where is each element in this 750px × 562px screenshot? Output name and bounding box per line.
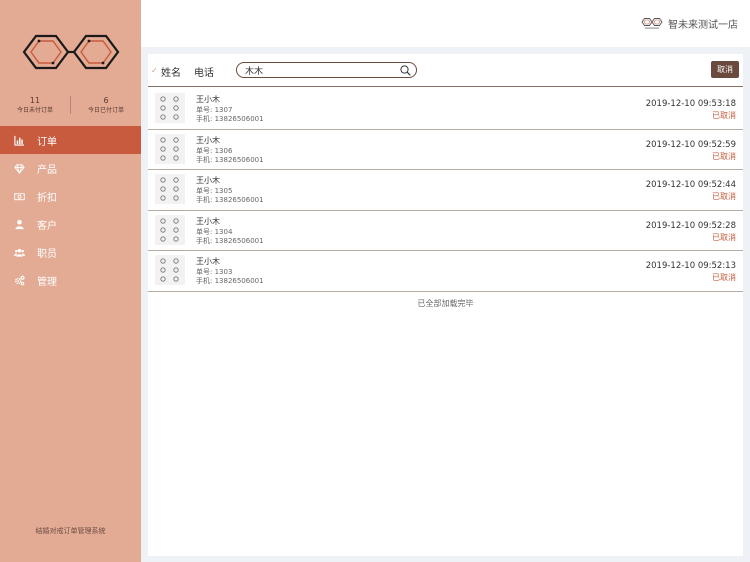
- product-thumbnail: [155, 174, 185, 204]
- customer-phone: 手机: 13826506001: [196, 196, 264, 204]
- list-item[interactable]: 王小木 单号: 1304 手机: 13826506001 2019-12-10 …: [148, 211, 743, 251]
- sidebar-item-label: 产品: [37, 164, 57, 176]
- search-box[interactable]: [236, 62, 417, 78]
- sidebar-item-label: 客户: [37, 220, 57, 232]
- bar-chart-icon: [13, 134, 25, 146]
- sidebar-item-label: 订单: [37, 136, 57, 148]
- customer-phone: 手机: 13826506001: [196, 236, 264, 245]
- customer-name: 王小木: [196, 135, 220, 145]
- sidebar-item-products[interactable]: 产品: [0, 154, 141, 182]
- customer-name: 王小木: [196, 257, 220, 266]
- search-filter-bar: ✓ 姓名 电话 取消: [148, 54, 743, 87]
- order-time: 2019-12-10 09:52:28: [645, 220, 736, 231]
- product-thumbnail: [155, 93, 185, 123]
- paid-orders-stat[interactable]: 6 今日已付订单: [71, 96, 141, 115]
- list-item[interactable]: 王小木 单号: 1303 手机: 13826506001 2019-12-10 …: [148, 251, 743, 292]
- rings-thumbnail-icon: [160, 136, 179, 161]
- unpaid-orders-stat[interactable]: 11 今日未付订单: [0, 96, 70, 115]
- rings-thumbnail-icon: [160, 96, 179, 120]
- sidebar-item-orders[interactable]: 订单: [0, 126, 141, 154]
- filter-option-phone[interactable]: 电话: [194, 64, 214, 79]
- list-item[interactable]: 王小木 单号: 1306 手机: 13826506001 2019-12-10 …: [148, 130, 743, 170]
- status-badge: 已取消: [712, 273, 736, 282]
- brand-logo-icon: [22, 34, 120, 70]
- rings-thumbnail-icon: [160, 258, 179, 282]
- unpaid-orders-count: 11: [29, 96, 41, 105]
- diamond-icon: [13, 162, 25, 174]
- order-time: 2019-12-10 09:52:59: [645, 139, 736, 150]
- customer-name: 王小木: [196, 216, 220, 226]
- status-badge: 已取消: [712, 151, 736, 161]
- rings-thumbnail-icon: [160, 177, 179, 201]
- customer-phone: 手机: 13826506001: [196, 277, 264, 285]
- system-name: 结婚对戒订单管理系统: [35, 527, 106, 535]
- store-logo-icon: [641, 17, 663, 29]
- status-badge: 已取消: [712, 111, 736, 120]
- filter-option-name[interactable]: 姓名: [161, 64, 181, 79]
- order-time: 2019-12-10 09:52:44: [645, 180, 736, 190]
- rings-thumbnail-icon: [160, 217, 179, 242]
- sidebar-menu: 订单 产品 折扣 客户 职员 管理: [0, 126, 141, 294]
- order-time: 2019-12-10 09:52:13: [645, 261, 736, 271]
- unpaid-orders-label: 今日未付订单: [16, 107, 53, 114]
- sidebar: 11 今日未付订单 6 今日已付订单 订单 产品 折扣 客户 职员 管理 结婚对…: [0, 0, 141, 562]
- customer-phone: 手机: 13826506001: [196, 155, 264, 164]
- checkmark-icon: ✓: [151, 66, 158, 75]
- sidebar-item-label: 折扣: [37, 192, 57, 204]
- order-list: 王小木 单号: 1307 手机: 13826506001 2019-12-10 …: [148, 89, 743, 292]
- sidebar-item-management[interactable]: 管理: [0, 266, 141, 294]
- product-thumbnail: [155, 214, 185, 245]
- store-name: 智未来测试一店: [668, 20, 738, 31]
- product-thumbnail: [155, 133, 185, 164]
- customer-phone: 手机: 13826506001: [196, 115, 264, 123]
- sidebar-item-label: 管理: [37, 276, 57, 288]
- list-item[interactable]: 王小木 单号: 1305 手机: 13826506001 2019-12-10 …: [148, 170, 743, 211]
- users-icon: [13, 246, 25, 258]
- list-item[interactable]: 王小木 单号: 1307 手机: 13826506001 2019-12-10 …: [148, 89, 743, 130]
- paid-orders-label: 今日已付订单: [87, 107, 124, 114]
- orders-panel: ✓ 姓名 电话 取消 王小木 单号: 1307 手机: 13826506001 …: [148, 54, 743, 556]
- top-bar: 智未来测试一店: [141, 0, 750, 47]
- product-thumbnail: [155, 255, 185, 285]
- user-icon: [13, 218, 25, 230]
- order-stats: 11 今日未付订单 6 今日已付订单: [0, 96, 141, 116]
- store-switcher[interactable]: 智未来测试一店: [641, 16, 738, 31]
- list-end-message: 已全部加载完毕: [417, 299, 474, 308]
- paid-orders-count: 6: [103, 96, 109, 105]
- order-time: 2019-12-10 09:53:18: [645, 99, 736, 109]
- customer-name: 王小木: [196, 95, 220, 104]
- sidebar-item-customers[interactable]: 客户: [0, 210, 141, 238]
- status-badge: 已取消: [712, 192, 736, 201]
- customer-name: 王小木: [196, 176, 220, 185]
- gears-icon: [13, 274, 25, 286]
- status-badge: 已取消: [712, 232, 736, 242]
- money-icon: [13, 190, 25, 202]
- sidebar-item-label: 职员: [37, 248, 57, 260]
- search-icon[interactable]: [400, 65, 411, 76]
- cancel-button[interactable]: 取消: [711, 61, 739, 78]
- sidebar-item-staff[interactable]: 职员: [0, 238, 141, 266]
- search-input[interactable]: [245, 64, 395, 76]
- sidebar-item-discounts[interactable]: 折扣: [0, 182, 141, 210]
